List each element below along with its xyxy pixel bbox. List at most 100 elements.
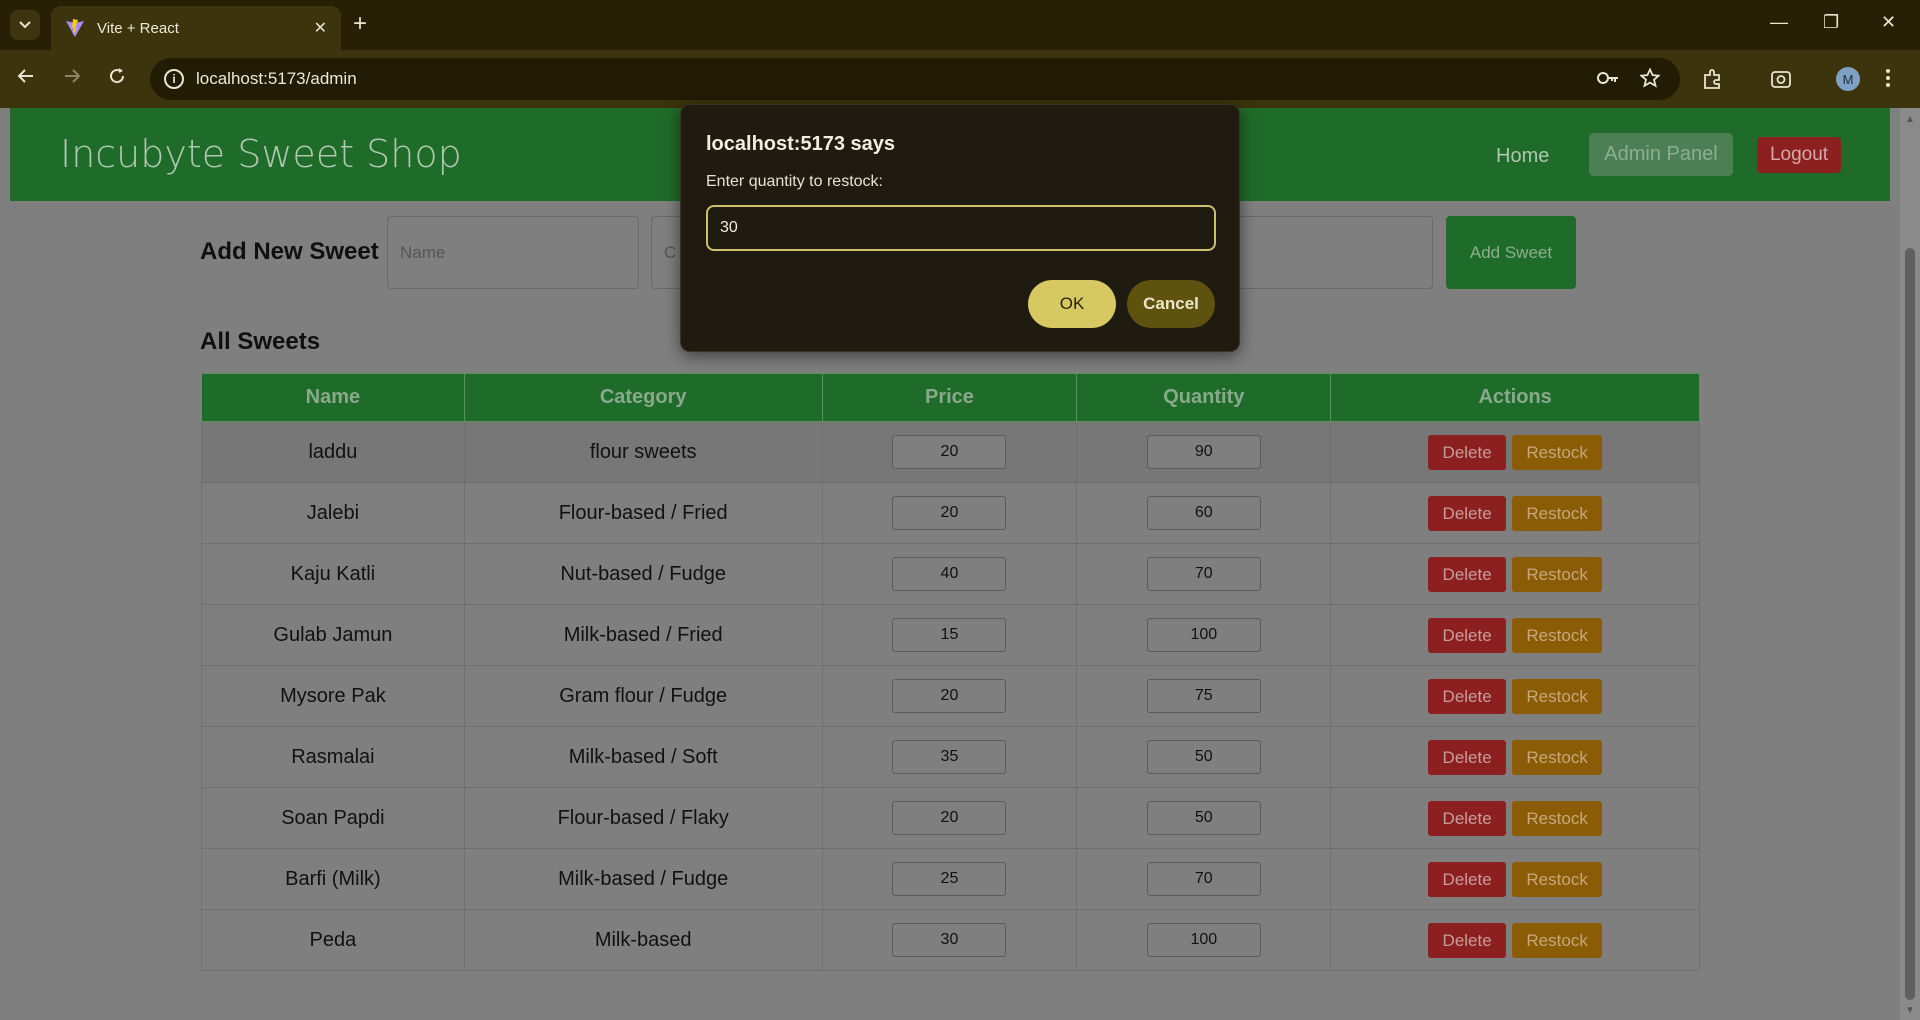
logout-button[interactable]: Logout [1757, 137, 1841, 173]
browser-tab[interactable]: Vite + React ✕ [51, 6, 341, 50]
sweet-category: Milk-based / Soft [463, 726, 823, 788]
name-input[interactable]: Name [387, 216, 639, 289]
minimize-icon[interactable]: — [1770, 12, 1788, 33]
restock-button[interactable]: Restock [1512, 861, 1603, 897]
quantity-input[interactable]: 75 [1146, 679, 1261, 713]
actions-cell: Delete Restock [1330, 421, 1700, 483]
price-input[interactable]: 40 [892, 557, 1007, 591]
price-input[interactable]: 35 [892, 740, 1007, 774]
reload-icon[interactable] [107, 66, 127, 92]
column-header: Name [201, 373, 465, 422]
sweet-name: laddu [201, 421, 465, 483]
restock-button[interactable]: Restock [1512, 556, 1603, 592]
actions-cell: Delete Restock [1330, 787, 1700, 849]
scroll-up-icon[interactable]: ▲ [1905, 114, 1915, 125]
price-input[interactable]: 20 [892, 435, 1007, 469]
sweet-category: Milk-based [463, 909, 823, 971]
delete-button[interactable]: Delete [1428, 495, 1507, 531]
delete-button[interactable]: Delete [1428, 922, 1507, 958]
price-input[interactable]: 20 [892, 496, 1007, 530]
extensions-icon[interactable] [1702, 68, 1724, 96]
restock-button[interactable]: Restock [1512, 617, 1603, 653]
delete-button[interactable]: Delete [1428, 861, 1507, 897]
scroll-down-icon[interactable]: ▼ [1905, 1005, 1915, 1016]
browser-toolbar: i localhost:5173/admin M [0, 50, 1920, 108]
price-cell: 25 [821, 848, 1078, 910]
price-input[interactable]: 15 [892, 618, 1007, 652]
restock-button[interactable]: Restock [1512, 495, 1603, 531]
restock-button[interactable]: Restock [1512, 800, 1603, 836]
nav-admin-panel-link[interactable]: Admin Panel [1589, 133, 1733, 176]
quantity-input[interactable]: 70 [1146, 557, 1261, 591]
restock-button[interactable]: Restock [1512, 739, 1603, 775]
actions-cell: Delete Restock [1330, 909, 1700, 971]
delete-button[interactable]: Delete [1428, 739, 1507, 775]
quantity-input[interactable]: 60 [1146, 496, 1261, 530]
table-row: Gulab Jamun Milk-based / Fried 15 100 Delete… [201, 604, 1700, 666]
brand-title[interactable]: Incubyte Sweet Shop [60, 132, 462, 176]
price-input[interactable]: 20 [892, 679, 1007, 713]
quantity-input[interactable]: 50 [1146, 801, 1261, 835]
scrollbar-thumb[interactable] [1905, 248, 1915, 1000]
price-cell: 20 [821, 787, 1078, 849]
column-header: Actions [1330, 373, 1700, 422]
price-cell: 30 [821, 909, 1078, 971]
quantity-input[interactable]: 100 [1146, 618, 1261, 652]
ok-button[interactable]: OK [1028, 280, 1116, 328]
delete-button[interactable]: Delete [1428, 800, 1507, 836]
site-info-icon[interactable]: i [164, 69, 184, 89]
forward-arrow-icon[interactable] [62, 66, 82, 92]
delete-button[interactable]: Delete [1428, 617, 1507, 653]
delete-button[interactable]: Delete [1428, 434, 1507, 470]
sweet-name: Gulab Jamun [201, 604, 465, 666]
table-row: Rasmalai Milk-based / Soft 35 50 Delete Resto… [201, 726, 1700, 788]
restock-button[interactable]: Restock [1512, 434, 1603, 470]
profile-avatar[interactable]: M [1836, 67, 1860, 91]
new-tab-icon[interactable]: + [353, 12, 367, 36]
quantity-input[interactable]: 90 [1146, 435, 1261, 469]
star-icon[interactable] [1639, 67, 1661, 94]
column-header: Price [821, 373, 1078, 422]
quantity-input[interactable]: 50 [1146, 740, 1261, 774]
quantity-cell: 100 [1076, 909, 1332, 971]
close-window-icon[interactable]: ✕ [1881, 12, 1896, 33]
vite-logo-icon [66, 19, 84, 37]
quantity-cell: 50 [1076, 787, 1332, 849]
back-arrow-icon[interactable] [16, 66, 36, 92]
price-input[interactable]: 20 [892, 801, 1007, 835]
restock-button[interactable]: Restock [1512, 678, 1603, 714]
delete-button[interactable]: Delete [1428, 556, 1507, 592]
price-input[interactable]: 25 [892, 862, 1007, 896]
column-header: Quantity [1076, 373, 1332, 422]
quantity-input[interactable]: 100 [1146, 923, 1261, 957]
sweet-category: Nut-based / Fudge [463, 543, 823, 605]
actions-cell: Delete Restock [1330, 482, 1700, 544]
sweet-category: Flour-based / Fried [463, 482, 823, 544]
key-icon[interactable] [1596, 68, 1620, 94]
price-input[interactable]: 30 [892, 923, 1007, 957]
table-row: Jalebi Flour-based / Fried 20 60 Delete Resto… [201, 482, 1700, 544]
menu-icon[interactable] [1885, 68, 1891, 94]
table-row: Soan Papdi Flour-based / Flaky 20 50 Delete R… [201, 787, 1700, 849]
restock-button[interactable]: Restock [1512, 922, 1603, 958]
restock-quantity-input[interactable]: 30 [706, 205, 1216, 251]
close-icon[interactable]: ✕ [314, 18, 327, 38]
page-scrollbar[interactable]: ▲ ▼ [1900, 108, 1920, 1020]
chevron-down-icon[interactable] [10, 10, 40, 40]
quantity-cell: 90 [1076, 421, 1332, 483]
restore-icon[interactable]: ❐ [1823, 12, 1839, 33]
dialog-message: Enter quantity to restock: [706, 173, 883, 190]
dialog-title: localhost:5173 says [706, 133, 895, 155]
sweet-name: Barfi (Milk) [201, 848, 465, 910]
address-bar[interactable]: i localhost:5173/admin [150, 58, 1680, 100]
actions-cell: Delete Restock [1330, 726, 1700, 788]
quantity-input[interactable]: 70 [1146, 862, 1261, 896]
quantity-cell: 75 [1076, 665, 1332, 727]
add-sweet-button[interactable]: Add Sweet [1446, 216, 1576, 289]
nav-home-link[interactable]: Home [1496, 145, 1549, 168]
tab-title: Vite + React [97, 19, 179, 37]
cancel-button[interactable]: Cancel [1127, 280, 1215, 328]
delete-button[interactable]: Delete [1428, 678, 1507, 714]
table-row: Kaju Katli Nut-based / Fudge 40 70 Delete Res… [201, 543, 1700, 605]
screenshot-icon[interactable] [1770, 68, 1792, 96]
